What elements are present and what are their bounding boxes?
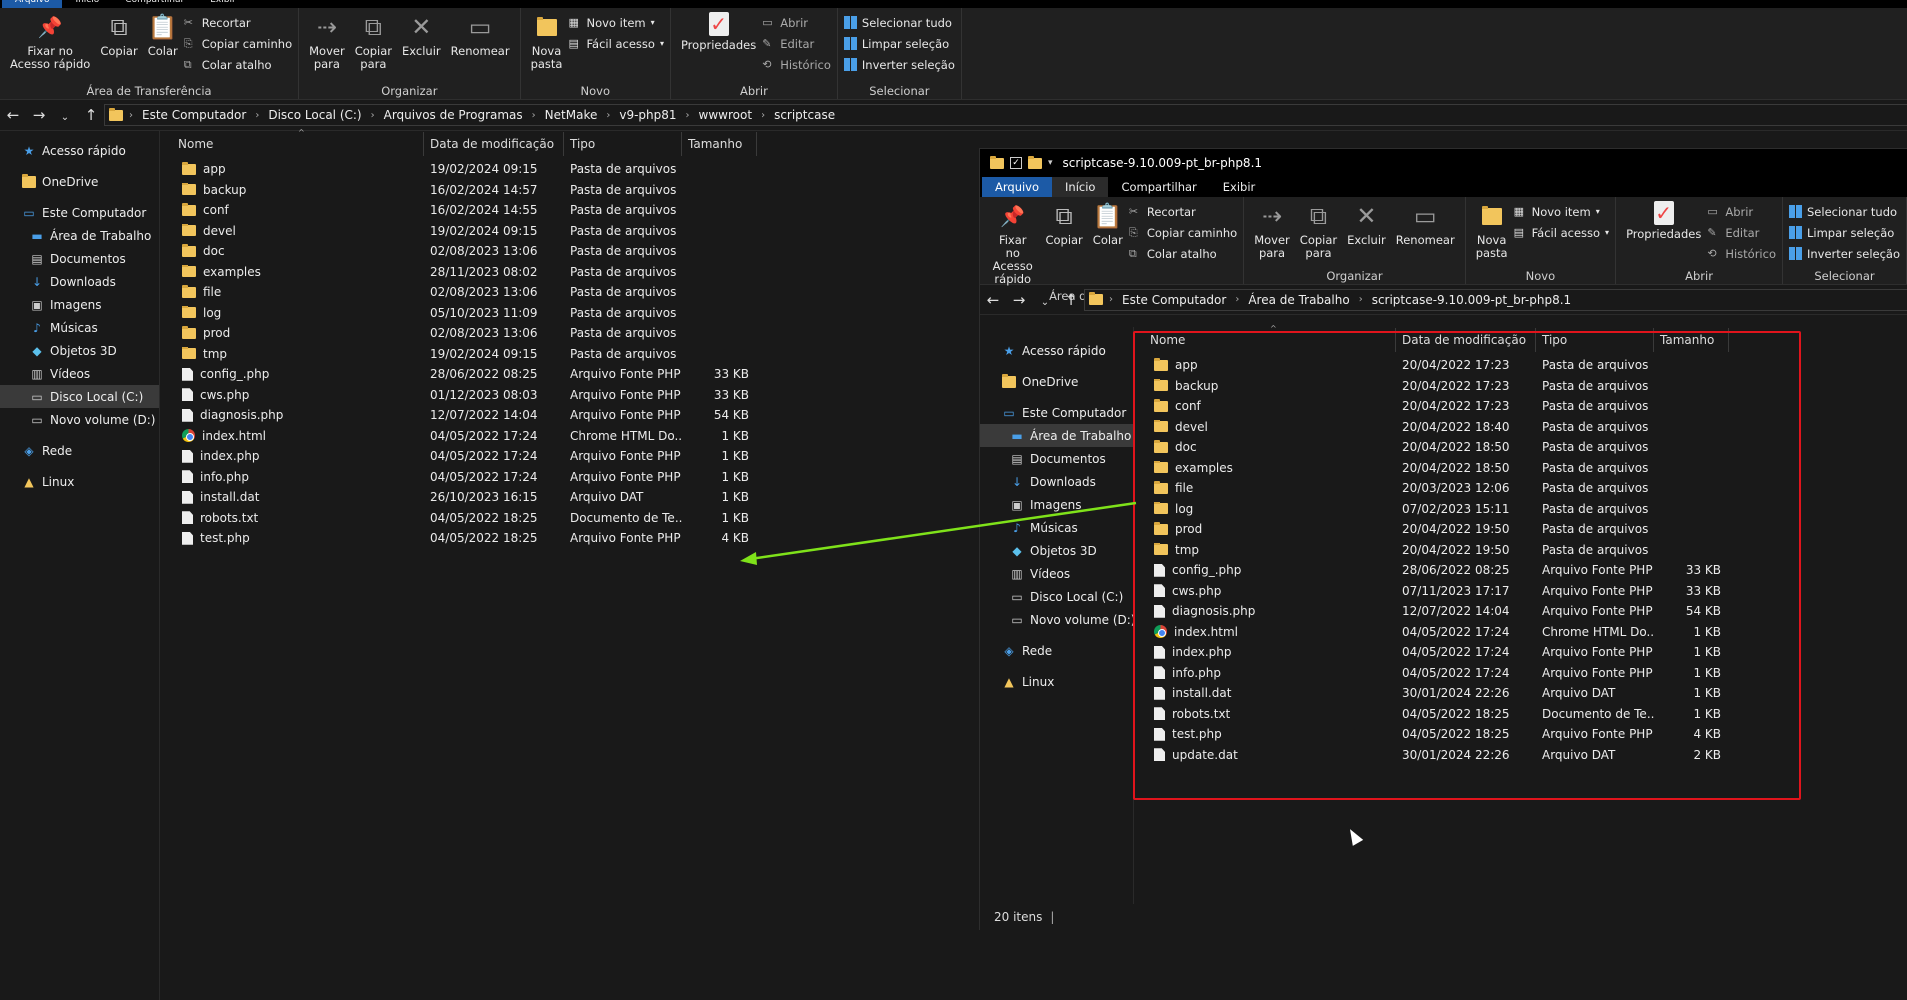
arrow-line <box>749 501 1137 561</box>
arrow-head <box>740 552 757 565</box>
arrow-annotation <box>740 501 1137 565</box>
